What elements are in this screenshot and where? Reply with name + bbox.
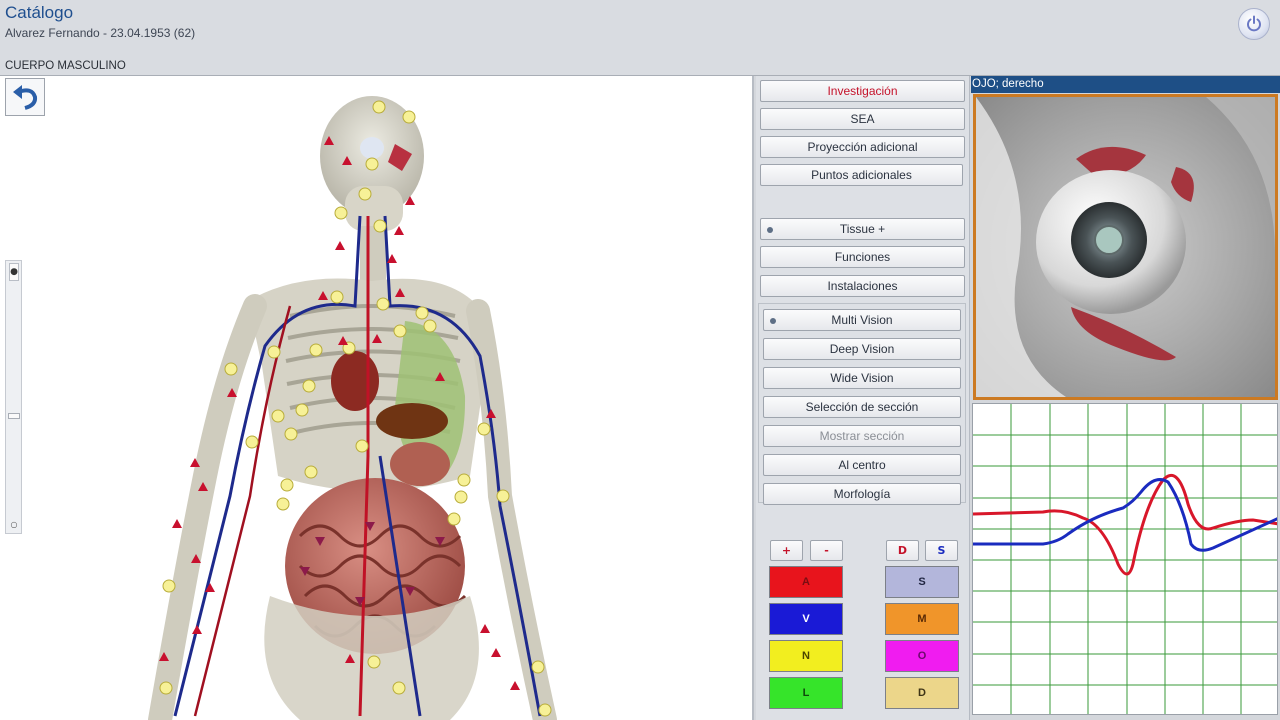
color-button-m[interactable]: M bbox=[885, 603, 959, 635]
red-curve bbox=[973, 474, 1277, 576]
wide-vision-button[interactable]: Wide Vision bbox=[763, 367, 961, 389]
active-indicator-icon bbox=[770, 318, 776, 324]
blue-curve bbox=[973, 478, 1277, 552]
color-button-a[interactable]: A bbox=[769, 566, 843, 598]
signal-plot bbox=[973, 404, 1277, 714]
funciones-button[interactable]: Funciones bbox=[760, 246, 965, 268]
investigacion-button[interactable]: Investigación bbox=[760, 80, 965, 102]
color-button-v[interactable]: V bbox=[769, 603, 843, 635]
al-centro-button[interactable]: Al centro bbox=[763, 454, 961, 476]
signal-graph bbox=[972, 403, 1278, 715]
organ-heading: OJO; derecho bbox=[971, 76, 1280, 93]
minus-button[interactable]: - bbox=[810, 540, 843, 561]
power-icon bbox=[1247, 15, 1261, 32]
color-button-s[interactable]: S bbox=[885, 566, 959, 598]
eye-model[interactable] bbox=[976, 97, 1275, 397]
power-button[interactable] bbox=[1238, 8, 1270, 40]
s-button[interactable]: S bbox=[925, 540, 958, 561]
anatomy-model[interactable] bbox=[0, 76, 754, 720]
patient-info: Alvarez Fernando - 23.04.1953 (62) bbox=[5, 26, 196, 40]
morfologia-button[interactable]: Morfología bbox=[763, 483, 961, 505]
color-button-o[interactable]: O bbox=[885, 640, 959, 672]
color-button-d[interactable]: D bbox=[885, 677, 959, 709]
slider-thumb[interactable] bbox=[8, 413, 20, 419]
mostrar-seccion-button[interactable]: Mostrar sección bbox=[763, 425, 961, 447]
proyeccion-adicional-button[interactable]: Proyección adicional bbox=[760, 136, 965, 158]
slider-max-icon[interactable]: ● bbox=[9, 263, 19, 281]
d-button[interactable]: D bbox=[886, 540, 919, 561]
undo-icon bbox=[13, 85, 38, 110]
zoom-slider[interactable]: ● ○ bbox=[5, 260, 22, 534]
seleccion-de-seccion-button[interactable]: Selección de sección bbox=[763, 396, 961, 418]
app-header: Catálogo Alvarez Fernando - 23.04.1953 (… bbox=[0, 0, 1280, 76]
section-label: CUERPO MASCULINO bbox=[5, 60, 126, 72]
deep-vision-button[interactable]: Deep Vision bbox=[763, 338, 961, 360]
multi-vision-button[interactable]: Multi Vision bbox=[763, 309, 961, 331]
plus-button[interactable]: + bbox=[770, 540, 803, 561]
puntos-adicionales-button[interactable]: Puntos adicionales bbox=[760, 164, 963, 186]
anatomy-viewport[interactable]: ● ○ bbox=[0, 76, 754, 720]
control-panel: Investigación SEA Proyección adicional P… bbox=[756, 76, 970, 720]
tissue-plus-label: Tissue + bbox=[839, 222, 886, 236]
multi-vision-label: Multi Vision bbox=[831, 313, 893, 327]
active-indicator-icon bbox=[767, 227, 773, 233]
undo-button[interactable] bbox=[5, 78, 45, 116]
sea-button[interactable]: SEA bbox=[760, 108, 965, 130]
slider-min-icon[interactable]: ○ bbox=[9, 517, 19, 531]
tissue-plus-button[interactable]: Tissue + bbox=[760, 218, 965, 240]
instalaciones-button[interactable]: Instalaciones bbox=[760, 275, 965, 297]
organ-3d-view[interactable] bbox=[973, 94, 1278, 400]
page-title: Catálogo bbox=[5, 3, 74, 22]
color-button-l[interactable]: L bbox=[769, 677, 843, 709]
color-button-n[interactable]: N bbox=[769, 640, 843, 672]
